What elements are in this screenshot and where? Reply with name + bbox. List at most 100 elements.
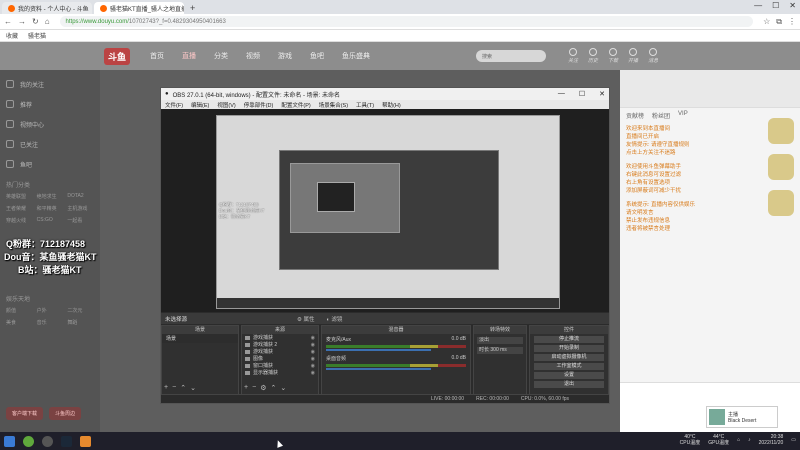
transition-duration[interactable]: 时长 300 ms xyxy=(477,347,523,354)
download-button[interactable]: 下载 xyxy=(608,48,618,64)
menu-item[interactable]: 编辑(E) xyxy=(191,101,209,109)
source-item[interactable]: 游戏捕获 ◉ xyxy=(242,334,318,341)
notification-icon[interactable]: ▭ xyxy=(791,437,796,443)
nav-item[interactable]: 首页 xyxy=(150,51,164,61)
category-link[interactable]: 英雄联盟 xyxy=(6,193,33,200)
minimize-icon[interactable]: — xyxy=(754,1,762,10)
messages-button[interactable]: 消息 xyxy=(648,48,658,64)
gear-icon[interactable]: ⚙ xyxy=(260,384,266,392)
settings-button[interactable]: 设置 xyxy=(534,372,604,379)
eye-icon[interactable]: ◉ xyxy=(311,335,315,341)
user-card[interactable]: 主播 Black Desert xyxy=(706,406,778,428)
eye-icon[interactable]: ◉ xyxy=(311,349,315,355)
category-link[interactable]: 音乐 xyxy=(37,319,64,326)
chat-tab[interactable]: VIP xyxy=(678,111,688,120)
network-icon[interactable]: ⌂ xyxy=(737,437,740,443)
close-icon[interactable]: ✕ xyxy=(599,90,605,98)
bookmark-item[interactable]: 骚老猫 xyxy=(28,31,46,40)
maximize-icon[interactable]: ☐ xyxy=(772,1,779,10)
up-icon[interactable]: ⌃ xyxy=(270,384,276,392)
category-link[interactable]: 颜值 xyxy=(6,307,33,314)
eye-icon[interactable]: ◉ xyxy=(311,363,315,369)
extensions-icon[interactable]: ⧉ xyxy=(776,17,782,27)
add-icon[interactable]: + xyxy=(244,384,248,392)
down-icon[interactable]: ⌄ xyxy=(190,384,196,392)
exit-button[interactable]: 退出 xyxy=(534,381,604,388)
chat-tab[interactable]: 粉丝团 xyxy=(652,111,670,120)
chat-tab[interactable]: 贡献榜 xyxy=(626,111,644,120)
event-badge-icon[interactable] xyxy=(768,190,794,216)
browser-app-icon[interactable] xyxy=(23,435,34,447)
minimize-icon[interactable]: — xyxy=(558,90,565,98)
star-icon[interactable]: ☆ xyxy=(763,17,770,26)
filters-button[interactable]: ◐ 滤镜 xyxy=(327,315,343,323)
category-link[interactable]: 美食 xyxy=(6,319,33,326)
bookmark-item[interactable]: 收藏 xyxy=(6,31,18,40)
eye-icon[interactable]: ◉ xyxy=(311,370,315,376)
source-item[interactable]: 游戏捕获 ◉ xyxy=(242,348,318,355)
category-link[interactable]: 主机游戏 xyxy=(67,205,94,212)
volume-slider[interactable] xyxy=(326,368,431,370)
steam-app-icon[interactable] xyxy=(61,435,72,447)
eye-icon[interactable]: ◉ xyxy=(311,342,315,348)
forward-icon[interactable]: → xyxy=(18,17,26,26)
maximize-icon[interactable]: ☐ xyxy=(579,90,585,98)
browser-tab-profile[interactable]: 我的资料 - 个人中心 - 斗鱼 × xyxy=(2,2,92,14)
category-link[interactable]: 王者荣耀 xyxy=(6,205,33,212)
menu-item[interactable]: 帮助(H) xyxy=(382,101,401,109)
down-icon[interactable]: ⌄ xyxy=(280,384,286,392)
event-badge-icon[interactable] xyxy=(768,118,794,144)
start-stream-button[interactable]: 开播 xyxy=(628,48,638,64)
remove-icon[interactable]: − xyxy=(172,384,176,392)
windows-start-icon[interactable] xyxy=(4,435,15,447)
obs-preview[interactable]: Q粉群：712187458 Dou音：某鱼骚老猫KT B站：骚老猫KT xyxy=(161,109,609,312)
douyu-logo[interactable]: 斗鱼 xyxy=(104,47,131,65)
menu-item[interactable]: 停靠部件(D) xyxy=(244,101,274,109)
close-icon[interactable]: ✕ xyxy=(789,1,796,10)
remove-icon[interactable]: − xyxy=(252,384,256,392)
add-icon[interactable]: + xyxy=(164,384,168,392)
home-icon[interactable]: ⌂ xyxy=(45,17,50,26)
sidebar-item[interactable]: 已关注 xyxy=(6,134,94,154)
douyu-search-input[interactable]: 搜索 xyxy=(476,50,546,62)
sidebar-item[interactable]: 推荐 xyxy=(6,94,94,114)
back-icon[interactable]: ← xyxy=(4,17,12,26)
transition-select[interactable]: 淡出 xyxy=(477,337,523,344)
menu-icon[interactable]: ⋮ xyxy=(788,17,796,26)
menu-item[interactable]: 场景集合(S) xyxy=(319,101,348,109)
sidebar-item[interactable]: 我的关注 xyxy=(6,74,94,94)
new-tab-icon[interactable]: + xyxy=(190,2,195,14)
obs-app-icon[interactable] xyxy=(42,435,53,447)
menu-item[interactable]: 文件(F) xyxy=(165,101,183,109)
scene-item[interactable]: 场景 xyxy=(162,334,238,343)
category-link[interactable]: 二次元 xyxy=(67,307,94,314)
volume-icon[interactable]: ♪ xyxy=(748,437,751,443)
browser-tab-stream[interactable]: 骚老猫KT直播_骚人之地直播 × xyxy=(94,2,184,14)
properties-button[interactable]: ⚙ 属性 xyxy=(297,315,314,323)
history-button[interactable]: 历史 xyxy=(588,48,598,64)
source-item[interactable]: 游戏捕获 2 ◉ xyxy=(242,341,318,348)
up-icon[interactable]: ⌃ xyxy=(180,384,186,392)
menu-item[interactable]: 视图(V) xyxy=(217,101,235,109)
menu-item[interactable]: 配置文件(P) xyxy=(281,101,310,109)
menu-item[interactable]: 工具(T) xyxy=(356,101,374,109)
nav-item[interactable]: 视频 xyxy=(246,51,260,61)
category-link[interactable]: 绝地求生 xyxy=(37,193,64,200)
source-item[interactable]: 窗口捕获 ◉ xyxy=(242,362,318,369)
virtual-camera-button[interactable]: 启动虚拟摄像机 xyxy=(534,354,604,361)
stop-streaming-button[interactable]: 停止推流 xyxy=(534,336,604,343)
event-badge-icon[interactable] xyxy=(768,154,794,180)
client-download-button[interactable]: 客户端下载 xyxy=(6,407,44,420)
source-item[interactable]: 显示器捕获 ◉ xyxy=(242,369,318,376)
category-link[interactable]: 舞蹈 xyxy=(67,319,94,326)
reload-icon[interactable]: ↻ xyxy=(32,17,39,26)
nav-item[interactable]: 分类 xyxy=(214,51,228,61)
nav-item[interactable]: 鱼乐盛典 xyxy=(342,51,370,61)
category-link[interactable]: CS:GO xyxy=(37,217,64,224)
folder-app-icon[interactable] xyxy=(80,435,91,447)
category-link[interactable]: 穿越火线 xyxy=(6,217,33,224)
category-link[interactable]: 和平精英 xyxy=(37,205,64,212)
studio-mode-button[interactable]: 工作室模式 xyxy=(534,363,604,370)
source-item[interactable]: 图像 ◉ xyxy=(242,355,318,362)
merch-button[interactable]: 斗鱼周边 xyxy=(49,407,82,420)
